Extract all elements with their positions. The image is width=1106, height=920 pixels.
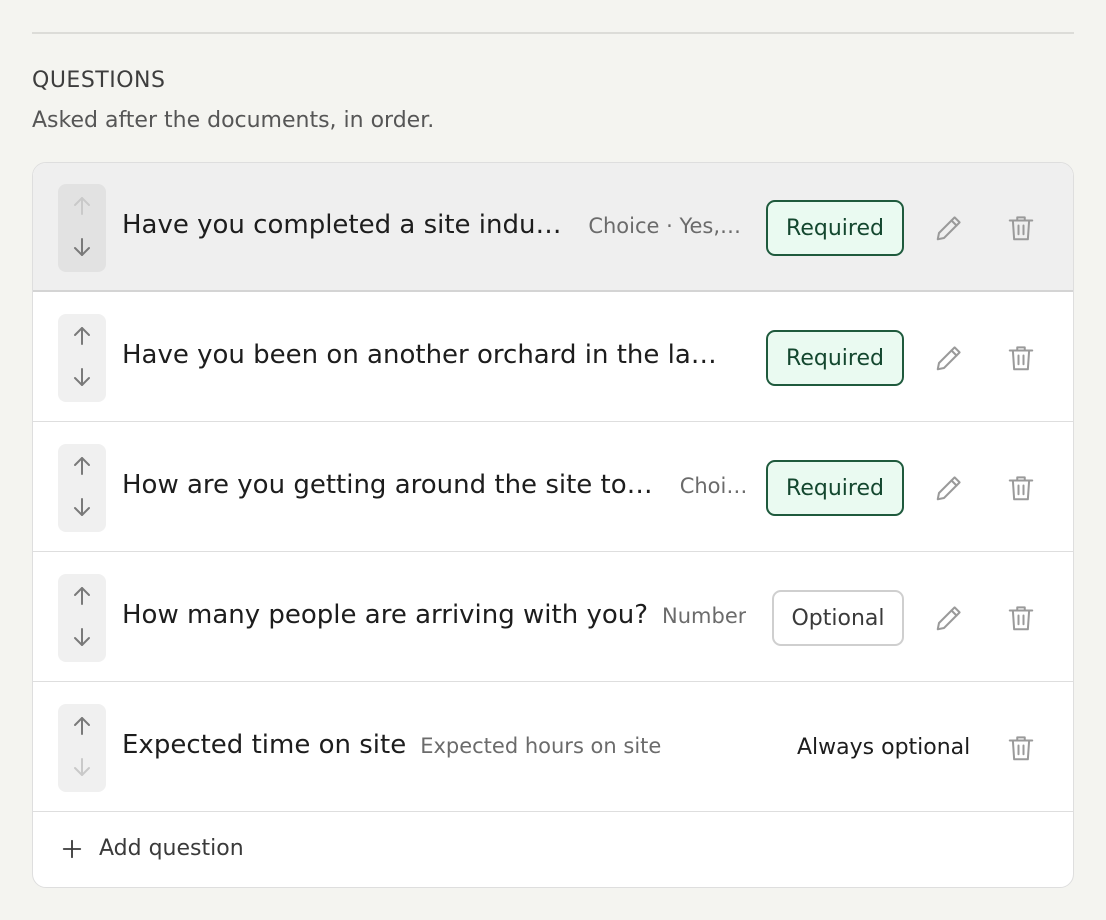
trash-icon	[1008, 476, 1034, 501]
question-row: Expected time on site Expected hours on …	[33, 683, 1073, 812]
arrow-up-icon[interactable]	[70, 194, 94, 218]
question-text: How many people are arriving with you? N…	[122, 600, 757, 636]
edit-button[interactable]	[933, 472, 965, 504]
pencil-icon	[936, 216, 961, 241]
reorder-control	[58, 444, 106, 532]
question-label: How are you getting around the site toda…	[122, 470, 666, 500]
delete-button[interactable]	[1005, 732, 1037, 764]
trash-icon	[1008, 736, 1034, 761]
pencil-icon	[936, 476, 961, 501]
question-row: How many people are arriving with you? N…	[33, 553, 1073, 682]
arrow-up-icon[interactable]	[70, 324, 94, 348]
question-label: How many people are arriving with you?	[122, 600, 649, 630]
arrow-up-icon[interactable]	[70, 714, 94, 738]
arrow-down-icon[interactable]	[70, 625, 94, 649]
arrow-up-icon[interactable]	[70, 584, 94, 608]
pencil-icon	[936, 346, 961, 371]
trash-icon	[1008, 346, 1034, 371]
question-label: Expected time on site	[122, 730, 407, 760]
optional-toggle[interactable]: Optional	[772, 590, 904, 646]
top-divider	[32, 32, 1074, 34]
question-text: Have you completed a site induction? Cho…	[122, 210, 742, 246]
edit-button[interactable]	[933, 212, 965, 244]
always-optional-label: Always optional	[797, 735, 971, 760]
question-meta: Expected hours on site	[420, 734, 662, 758]
required-toggle[interactable]: Required	[766, 330, 904, 386]
reorder-control	[58, 704, 106, 792]
question-label: Have you completed a site induction?	[122, 210, 575, 240]
questions-card: Have you completed a site induction? Cho…	[32, 162, 1074, 888]
question-label: Have you been on another orchard in the …	[122, 340, 728, 370]
trash-icon	[1008, 216, 1034, 241]
reorder-control	[58, 184, 106, 272]
delete-button[interactable]	[1005, 602, 1037, 634]
delete-button[interactable]	[1005, 472, 1037, 504]
arrow-down-icon[interactable]	[70, 495, 94, 519]
section-title: QUESTIONS	[32, 68, 166, 93]
arrow-up-icon[interactable]	[70, 454, 94, 478]
question-row: Have you been on another orchard in the …	[33, 293, 1073, 422]
arrow-down-icon[interactable]	[70, 365, 94, 389]
arrow-down-icon[interactable]	[70, 235, 94, 259]
required-toggle[interactable]: Required	[766, 460, 904, 516]
arrow-down-icon[interactable]	[70, 755, 94, 779]
trash-icon	[1008, 606, 1034, 631]
add-question-label: Add question	[99, 836, 244, 861]
question-row: Have you completed a site induction? Cho…	[33, 163, 1073, 292]
delete-button[interactable]	[1005, 342, 1037, 374]
question-meta: Number	[662, 604, 747, 628]
edit-button[interactable]	[933, 602, 965, 634]
reorder-control	[58, 314, 106, 402]
plus-icon	[61, 838, 85, 862]
question-row: How are you getting around the site toda…	[33, 423, 1073, 552]
question-text: Have you been on another orchard in the …	[122, 340, 742, 376]
question-meta: Choice	[679, 474, 748, 498]
pencil-icon	[936, 606, 961, 631]
question-text: Expected time on site Expected hours on …	[122, 730, 762, 766]
question-meta: Choice · Yes, No	[588, 214, 742, 238]
required-toggle[interactable]: Required	[766, 200, 904, 256]
delete-button[interactable]	[1005, 212, 1037, 244]
question-text: How are you getting around the site toda…	[122, 470, 748, 506]
reorder-control	[58, 574, 106, 662]
add-question-button[interactable]: Add question	[33, 813, 1073, 887]
section-subtitle: Asked after the documents, in order.	[32, 108, 435, 133]
edit-button[interactable]	[933, 342, 965, 374]
